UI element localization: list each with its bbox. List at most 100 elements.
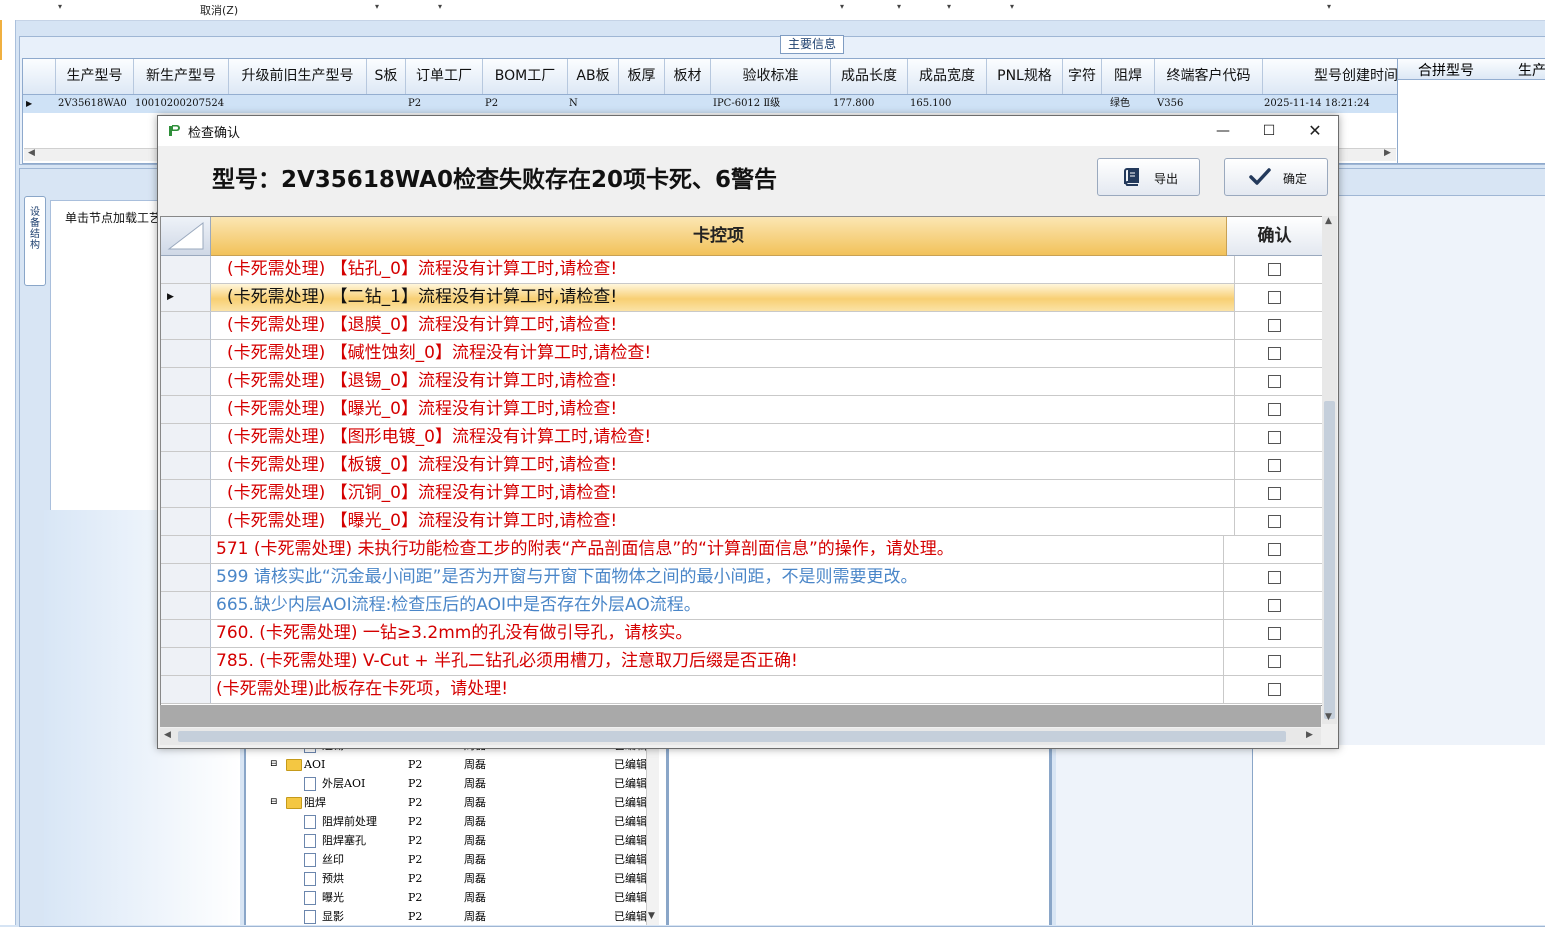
dialog-titlebar[interactable]: 检查确认 — ☐ ✕: [158, 116, 1338, 146]
tree-node[interactable]: 阻焊塞孔 P2 周磊 已编辑: [246, 831, 666, 850]
confirm-checkbox[interactable]: [1268, 683, 1281, 696]
close-button[interactable]: ✕: [1292, 116, 1338, 146]
row-header[interactable]: [161, 452, 211, 479]
col-header[interactable]: 升级前旧生产型号: [229, 59, 367, 94]
select-all-corner[interactable]: [161, 217, 211, 256]
col-header[interactable]: 成品宽度: [908, 59, 987, 94]
col-header[interactable]: 生产型号: [56, 59, 134, 94]
confirm-checkbox[interactable]: [1268, 403, 1281, 416]
export-button[interactable]: 导出: [1097, 158, 1200, 196]
list-item[interactable]: 760. (卡死需处理) 一钻≥3.2mm的孔没有做引导孔，请核实。: [161, 620, 1322, 648]
side-tab-equipment[interactable]: 设备结构: [24, 196, 46, 286]
list-item[interactable]: (卡死需处理) 【沉铜_0】流程没有计算工时,请检查!: [161, 480, 1322, 508]
row-header[interactable]: [161, 312, 211, 339]
row-header[interactable]: [161, 368, 211, 395]
row-header[interactable]: ▶: [161, 284, 211, 311]
dropdown-arrow-icon[interactable]: ▾: [897, 2, 901, 11]
confirm-checkbox[interactable]: [1268, 655, 1281, 668]
col-header[interactable]: 订单工厂: [406, 59, 483, 94]
confirm-checkbox[interactable]: [1268, 627, 1281, 640]
process-load-panel[interactable]: 单击节点加载工艺: [50, 200, 162, 512]
dropdown-arrow-icon[interactable]: ▾: [840, 2, 844, 11]
tree-node[interactable]: 曝光 P2 周磊 已编辑: [246, 888, 666, 907]
list-item[interactable]: (卡死需处理) 【退锡_0】流程没有计算工时,请检查!: [161, 368, 1322, 396]
tree-node[interactable]: 预烘 P2 周磊 已编辑: [246, 869, 666, 888]
col-header[interactable]: 板厚: [619, 59, 665, 94]
row-header[interactable]: [161, 592, 211, 619]
col-header[interactable]: BOM工厂: [483, 59, 568, 94]
confirm-checkbox[interactable]: [1268, 431, 1281, 444]
list-item[interactable]: 571 (卡死需处理) 未执行功能检查工步的附表“产品剖面信息”的“计算剖面信息…: [161, 536, 1322, 564]
collapse-icon[interactable]: ⊟: [270, 755, 278, 774]
col-header[interactable]: 字符: [1063, 59, 1102, 94]
list-item[interactable]: (卡死需处理) 【曝光_0】流程没有计算工时,请检查!: [161, 508, 1322, 536]
scroll-right-icon[interactable]: ▶: [1384, 148, 1391, 158]
row-header[interactable]: [161, 508, 211, 535]
col-header[interactable]: 新生产型号: [134, 59, 229, 94]
row-header[interactable]: [161, 480, 211, 507]
list-horizontal-scrollbar[interactable]: ◀ ▶: [160, 728, 1321, 745]
tree-node[interactable]: 丝印 P2 周磊 已编辑: [246, 850, 666, 869]
row-header[interactable]: [161, 648, 211, 675]
process-tree[interactable]: 退锡P2周磊已编辑⊟AOIP2周磊已编辑外层AOIP2周磊已编辑⊟阻焊P2周磊已…: [244, 739, 666, 926]
scroll-down-icon[interactable]: ▼: [1325, 712, 1332, 722]
confirm-checkbox[interactable]: [1268, 543, 1281, 556]
scroll-thumb[interactable]: [178, 731, 1286, 742]
col-header[interactable]: AB板: [568, 59, 619, 94]
scroll-down-icon[interactable]: ▼: [648, 911, 655, 921]
list-item[interactable]: (卡死需处理) 【退膜_0】流程没有计算工时,请检查!: [161, 312, 1322, 340]
scroll-right-icon[interactable]: ▶: [1306, 730, 1313, 740]
list-item[interactable]: (卡死需处理) 【图形电镀_0】流程没有计算工时,请检查!: [161, 424, 1322, 452]
confirm-checkbox[interactable]: [1268, 571, 1281, 584]
col-header[interactable]: 板材: [665, 59, 711, 94]
confirm-checkbox[interactable]: [1268, 319, 1281, 332]
row-header[interactable]: [161, 340, 211, 367]
confirm-checkbox[interactable]: [1268, 291, 1281, 304]
dropdown-arrow-icon[interactable]: ▾: [58, 2, 62, 11]
main-info-tab[interactable]: 主要信息: [780, 35, 845, 54]
tree-node[interactable]: 显影 P2 周磊 已编辑: [246, 907, 666, 926]
tree-node[interactable]: ⊟ 阻焊 P2 周磊 已编辑: [246, 793, 666, 812]
scroll-left-icon[interactable]: ◀: [164, 730, 171, 740]
col-header[interactable]: 验收标准: [711, 59, 831, 94]
row-header[interactable]: [161, 536, 211, 563]
col-header[interactable]: 成品长度: [831, 59, 908, 94]
confirm-checkbox[interactable]: [1268, 459, 1281, 472]
list-item[interactable]: ▶ (卡死需处理) 【二钻_1】流程没有计算工时,请检查!: [161, 284, 1322, 312]
confirm-checkbox[interactable]: [1268, 515, 1281, 528]
row-header[interactable]: [161, 424, 211, 451]
list-item[interactable]: 785. (卡死需处理) V-Cut + 半孔二钻孔必须用槽刀，注意取刀后缀是否…: [161, 648, 1322, 676]
list-item[interactable]: (卡死需处理) 【碱性蚀刻_0】流程没有计算工时,请检查!: [161, 340, 1322, 368]
col-header-check-item[interactable]: 卡控项: [211, 217, 1227, 256]
dropdown-arrow-icon[interactable]: ▾: [438, 2, 442, 11]
scroll-thumb[interactable]: [1324, 401, 1335, 719]
confirm-checkbox[interactable]: [1268, 263, 1281, 276]
col-header[interactable]: 型号创建时间: [1263, 59, 1399, 94]
list-item[interactable]: (卡死需处理) 【曝光_0】流程没有计算工时,请检查!: [161, 396, 1322, 424]
confirm-checkbox[interactable]: [1268, 347, 1281, 360]
confirm-checkbox[interactable]: [1268, 375, 1281, 388]
col-header[interactable]: 合拼型号: [1418, 60, 1474, 80]
confirm-checkbox[interactable]: [1268, 487, 1281, 500]
col-header[interactable]: PNL规格: [987, 59, 1063, 94]
cancel-menu-item[interactable]: 取消(Z): [200, 2, 238, 18]
merge-model-grid[interactable]: 合拼型号 生产: [1397, 58, 1545, 164]
list-item[interactable]: (卡死需处理)此板存在卡死项，请处理!: [161, 676, 1322, 704]
scroll-left-icon[interactable]: ◀: [28, 148, 35, 158]
col-header-confirm[interactable]: 确认: [1227, 217, 1322, 256]
col-header[interactable]: S板: [367, 59, 406, 94]
row-header[interactable]: [161, 676, 211, 703]
confirm-checkbox[interactable]: [1268, 599, 1281, 612]
dropdown-arrow-icon[interactable]: ▾: [947, 2, 951, 11]
scroll-up-icon[interactable]: ▲: [1325, 216, 1332, 226]
check-items-list[interactable]: 卡控项 确认 (卡死需处理) 【钻孔_0】流程没有计算工时,请检查! ▶ (卡死需处…: [160, 216, 1323, 706]
row-header[interactable]: [161, 564, 211, 591]
dropdown-arrow-icon[interactable]: ▾: [375, 2, 379, 11]
list-item[interactable]: 665.缺少内层AOI流程:检查压后的AOI中是否存在外层AO流程。: [161, 592, 1322, 620]
tree-node[interactable]: ⊟ AOI P2 周磊 已编辑: [246, 755, 666, 774]
row-header[interactable]: [161, 620, 211, 647]
tree-vertical-scrollbar[interactable]: ▼: [646, 745, 659, 925]
list-item[interactable]: (卡死需处理) 【钻孔_0】流程没有计算工时,请检查!: [161, 256, 1322, 284]
row-header[interactable]: [161, 396, 211, 423]
collapse-icon[interactable]: ⊟: [270, 793, 278, 812]
